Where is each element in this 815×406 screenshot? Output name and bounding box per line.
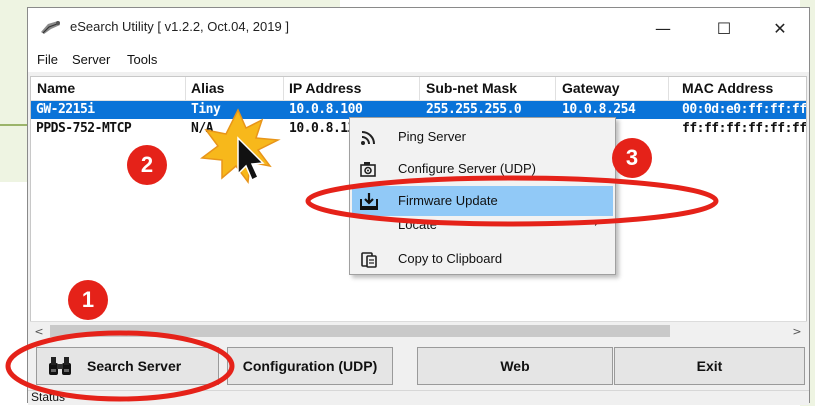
column-separator[interactable] [419, 77, 420, 100]
cell-alias: Tiny [191, 102, 221, 117]
cell-mac: 00:0d:e0:ff:ff:ff [682, 102, 807, 117]
menu-item-configure-server[interactable]: Configure Server (UDP) [352, 154, 613, 184]
cell-gateway: 10.0.8.254 [562, 102, 636, 117]
column-separator[interactable] [555, 77, 556, 100]
minimize-button[interactable]: — [638, 8, 688, 48]
window-title: eSearch Utility [ v1.2.2, Oct.04, 2019 ] [70, 19, 289, 34]
search-server-button[interactable]: Search Server [36, 347, 219, 385]
cell-ip: 10.0.8.100 [289, 102, 363, 117]
scroll-left-button[interactable]: < [30, 322, 48, 340]
column-separator[interactable] [283, 77, 284, 100]
callout-badge-2: 2 [127, 145, 167, 185]
cell-alias: N/A [191, 121, 213, 136]
menu-item-label: Firmware Update [398, 193, 498, 208]
menu-item-label: Configure Server (UDP) [398, 161, 536, 176]
menu-item-copy-clipboard[interactable]: Copy to Clipboard [352, 244, 613, 274]
cell-name: PPDS-752-MTCP [36, 121, 132, 136]
column-subnet-mask[interactable]: Sub-net Mask [426, 80, 517, 96]
configuration-udp-button[interactable]: Configuration (UDP) [227, 347, 393, 385]
cell-name: GW-2215i [36, 102, 95, 117]
close-button[interactable]: ✕ [755, 8, 805, 48]
callout-badge-3: 3 [612, 138, 652, 178]
search-server-label: Search Server [87, 358, 182, 374]
column-separator[interactable] [185, 77, 186, 100]
column-name[interactable]: Name [37, 80, 75, 96]
app-icon [41, 21, 60, 34]
clipboard-icon [361, 252, 377, 268]
status-bar: Status [28, 390, 809, 405]
document-rule [0, 124, 28, 126]
column-mac-address[interactable]: MAC Address [682, 80, 773, 96]
context-menu: Ping Server Configure Server (UDP) Firmw… [349, 117, 616, 275]
menu-bar: File Server Tools [28, 48, 809, 72]
column-alias[interactable]: Alias [191, 80, 224, 96]
column-separator[interactable] [668, 77, 669, 100]
menu-item-label: Ping Server [398, 129, 466, 144]
wifi-signal-icon [361, 131, 375, 145]
title-bar: eSearch Utility [ v1.2.2, Oct.04, 2019 ]… [28, 8, 809, 48]
menu-server[interactable]: Server [72, 52, 110, 67]
binoculars-icon [49, 357, 71, 375]
scrollbar-thumb[interactable] [50, 325, 670, 337]
column-ip-address[interactable]: IP Address [289, 80, 361, 96]
menu-item-locate[interactable]: Locate › [352, 214, 613, 238]
exit-button[interactable]: Exit [614, 347, 805, 385]
callout-badge-1: 1 [68, 280, 108, 320]
menu-item-label: Locate [398, 217, 438, 232]
menu-item-firmware-update[interactable]: Firmware Update [352, 186, 613, 216]
list-header: Name Alias IP Address Sub-net Mask Gatew… [31, 77, 806, 101]
cell-subnet-mask: 255.255.255.0 [426, 102, 522, 117]
download-box-icon [360, 193, 378, 210]
menu-file[interactable]: File [37, 52, 58, 67]
web-button[interactable]: Web [417, 347, 613, 385]
submenu-arrow-icon: › [593, 216, 599, 231]
menu-item-label: Copy to Clipboard [398, 251, 503, 266]
horizontal-scrollbar[interactable]: < > [30, 321, 807, 340]
scroll-right-button[interactable]: > [788, 322, 806, 340]
maximize-button[interactable]: ☐ [699, 8, 749, 48]
status-text: Status [31, 390, 66, 404]
menu-item-ping-server[interactable]: Ping Server [352, 122, 613, 152]
menu-tools[interactable]: Tools [127, 52, 157, 67]
cell-mac: ff:ff:ff:ff:ff:ff [682, 121, 807, 136]
settings-camera-icon [360, 162, 376, 177]
column-gateway[interactable]: Gateway [562, 80, 620, 96]
